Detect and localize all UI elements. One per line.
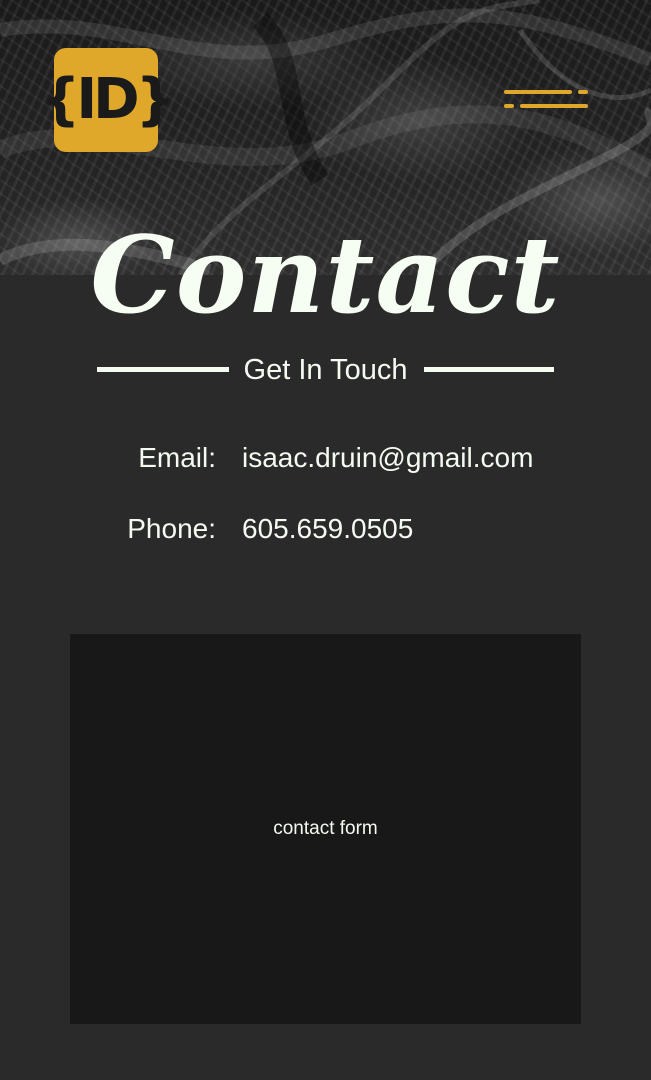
hamburger-menu-button[interactable] xyxy=(500,88,590,114)
contact-form-placeholder: contact form xyxy=(273,818,378,839)
phone-link[interactable]: 605.659.0505 xyxy=(242,509,413,549)
email-link[interactable]: isaac.druin@gmail.com xyxy=(242,438,533,478)
page-title: Contact xyxy=(90,212,561,337)
email-label: Email: xyxy=(138,442,216,473)
phone-row: Phone: 605.659.0505 xyxy=(0,509,651,549)
logo-text: {ID} xyxy=(40,67,175,132)
email-row: Email: isaac.druin@gmail.com xyxy=(0,438,651,478)
page-subtitle: Get In Touch xyxy=(243,354,408,386)
subtitle-row: Get In Touch xyxy=(97,348,554,392)
logo-button[interactable]: {ID} xyxy=(40,48,176,152)
phone-label: Phone: xyxy=(127,513,216,544)
contact-form-container[interactable]: contact form xyxy=(70,634,581,1024)
